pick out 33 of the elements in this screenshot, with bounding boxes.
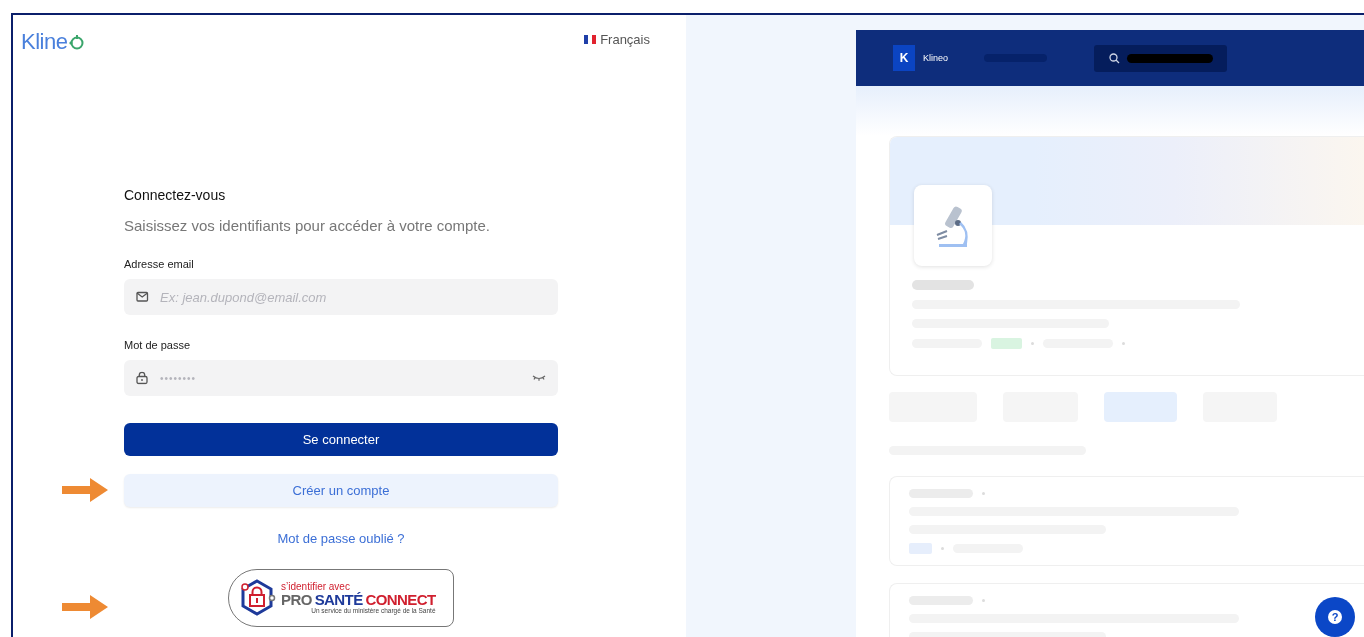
login-button[interactable]: Se connecter — [124, 423, 558, 456]
logo-text: Kline — [21, 29, 68, 55]
password-field[interactable]: •••••••• — [124, 360, 558, 396]
separator-dot — [1031, 342, 1034, 345]
tag-placeholder — [909, 543, 932, 554]
form-title: Connectez-vous — [124, 187, 227, 203]
arrow-icon — [62, 595, 108, 619]
logo-mark-icon — [68, 34, 85, 50]
app-logo: K — [893, 45, 915, 71]
psc-connect: CONNECT — [365, 591, 436, 607]
search-field[interactable] — [1094, 44, 1228, 72]
field-label: Adresse email — [124, 258, 195, 270]
create-account-button[interactable]: Créer un compte — [124, 474, 558, 507]
psc-sante: SANTÉ — [314, 591, 363, 607]
field-label: Mot de passe — [124, 339, 192, 351]
psc-pro: PRO — [281, 591, 312, 607]
flag-icon — [584, 34, 597, 44]
form-subtitle: Saisissez vos identifiants pour accéder à votre compte. — [124, 217, 491, 234]
app-name: Klineo — [923, 53, 949, 63]
language-selector[interactable]: Français — [584, 31, 650, 47]
tab-placeholder[interactable] — [1104, 392, 1177, 422]
psc-prefix: s’identifier avec — [281, 581, 350, 592]
status-placeholder — [991, 338, 1022, 349]
separator-dot — [982, 492, 985, 495]
separator-dot — [982, 599, 985, 602]
separator-dot — [1122, 342, 1125, 345]
arrow-icon — [62, 478, 108, 502]
eye-closed-icon[interactable] — [532, 374, 546, 382]
skeleton-bar — [912, 280, 974, 290]
email-field[interactable]: Ex: jean.dupond@email.com — [124, 279, 558, 315]
forgot-password-link[interactable]: Mot de passe oublié ? — [277, 531, 405, 546]
separator-dot — [941, 547, 944, 550]
search-icon — [1109, 52, 1121, 64]
